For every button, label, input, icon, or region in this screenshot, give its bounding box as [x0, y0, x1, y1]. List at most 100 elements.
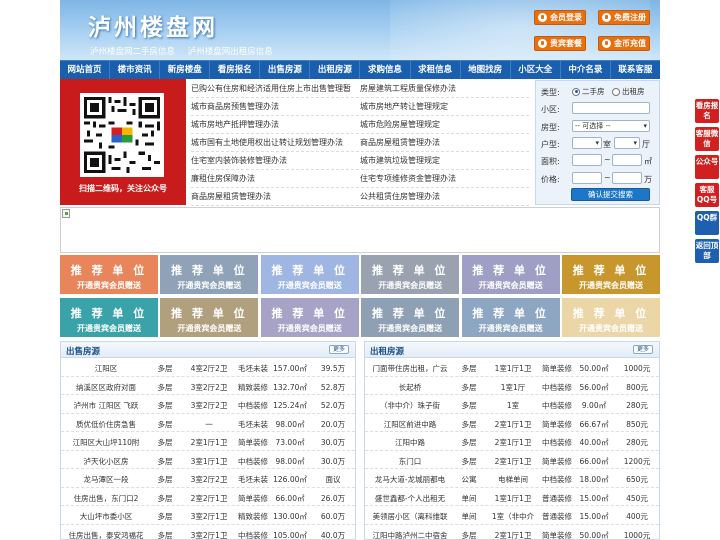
cell-location[interactable]: 龙马潭区一段 [63, 474, 149, 485]
nav-communities[interactable]: 小区大全 [511, 61, 561, 79]
cell-location[interactable]: 门面带住房出租，广云 [367, 363, 453, 374]
recommended-unit-tile[interactable]: 推 荐 单 位开通贵宾会员赠送 [60, 255, 158, 294]
recommended-unit-tile[interactable]: 推 荐 单 位开通贵宾会员赠送 [260, 298, 359, 337]
table-row[interactable]: 江阳区 多层 4室2厅2卫 毛坯未装 157.00㎡ 39.5万 [61, 358, 355, 377]
free-register-button[interactable]: 免费注册 [598, 10, 650, 25]
nav-for-rent[interactable]: 出租房源 [310, 61, 361, 79]
table-row[interactable]: 大山坪市委小区 多层 3室2厅1卫 精致装修 130.00㎡ 60.0万 [61, 506, 355, 525]
cell-location[interactable]: 江阳中路 [367, 437, 453, 448]
nav-news[interactable]: 楼市资讯 [110, 61, 161, 79]
table-row[interactable]: 美领居小区（离科维联 单间 1室（非中介 普通装修 15.00㎡ 400元 [365, 506, 659, 525]
table-row[interactable]: 江阳区前进中路 多层 2室1厅1卫 简单装修 66.67㎡ 850元 [365, 414, 659, 432]
coin-recharge-button[interactable]: 金币充值 [598, 36, 650, 51]
nav-for-sale[interactable]: 出售房源 [260, 61, 311, 79]
nav-contact-service[interactable]: 联系客服 [611, 61, 660, 79]
price-min-input[interactable] [572, 172, 602, 184]
table-row[interactable]: 泸州市 江阳区 飞跃 多层 3室2厅2卫 中档装修 125.24㎡ 52.0万 [61, 395, 355, 414]
policy-link[interactable]: 城市商品房预售管理办法 [191, 98, 360, 115]
recommended-unit-tile[interactable]: 推 荐 单 位开通贵宾会员赠送 [361, 255, 460, 294]
subtitle-rental[interactable]: 泸州楼盘网出租房信息 [188, 47, 273, 57]
cell-location[interactable]: 住房出售，东门口2 [63, 493, 149, 504]
recommended-unit-tile[interactable]: 推 荐 单 位开通贵宾会员赠送 [361, 298, 460, 337]
side-back-to-top-button[interactable]: 返回顶部 [695, 239, 719, 263]
table-row[interactable]: 泸天化小区房 多层 3室1厅1卫 中档装修 98.00㎡ 30.0万 [61, 451, 355, 469]
table-row[interactable]: 盛世鑫都-个人出租无 单间 1室1厅1卫 普通装修 15.00㎡ 450元 [365, 488, 659, 506]
area-max-input[interactable] [612, 154, 642, 166]
policy-link[interactable]: 城市国有土地使用权出让转让规划管理办法 [191, 134, 360, 151]
side-viewing-signup-button[interactable]: 看房报名 [695, 99, 719, 123]
nav-viewing-signup[interactable]: 看房报名 [210, 61, 261, 79]
cell-location[interactable]: 东门口 [367, 456, 453, 467]
area-min-input[interactable] [572, 154, 602, 166]
policy-link[interactable]: 商品房屋租赁管理办法 [191, 188, 360, 205]
vip-package-button[interactable]: 贵宾套餐 [534, 36, 586, 51]
table-row[interactable]: （非中介）珠子街 多层 1室 中档装修 9.00㎡ 280元 [365, 395, 659, 414]
room-count-select[interactable]: ▾ [572, 137, 602, 149]
banner-ad[interactable] [60, 207, 660, 253]
type-radio-secondhand[interactable]: 二手房 [572, 86, 605, 97]
nav-agents[interactable]: 中介名录 [561, 61, 611, 79]
policy-link[interactable]: 商品房屋租赁管理办法 [360, 134, 529, 151]
table-row[interactable]: 纳溪区区政府对面 多层 3室2厅2卫 精致装修 132.70㎡ 52.8万 [61, 377, 355, 395]
recommended-unit-tile[interactable]: 推 荐 单 位开通贵宾会员赠送 [160, 298, 259, 337]
side-qq-group-button[interactable]: QQ群 [695, 211, 719, 235]
side-qq-button[interactable]: 客服QQ号 [695, 183, 719, 207]
recommended-unit-tile[interactable]: 推 荐 单 位开通贵宾会员赠送 [562, 298, 660, 337]
nav-new-homes[interactable]: 新房楼盘 [160, 61, 211, 79]
policy-link[interactable]: 已购公有住房和经济适用住房上市出售管理暂 [191, 80, 360, 97]
side-wechat-button[interactable]: 客服微信 [695, 127, 719, 151]
price-max-input[interactable] [612, 172, 642, 184]
cell-location[interactable]: 泸天化小区房 [63, 456, 149, 467]
cell-location[interactable]: 江阳区 [63, 363, 149, 374]
policy-link[interactable]: 住宅室内装饰装修管理办法 [191, 152, 360, 169]
policy-link[interactable]: 公共租赁住房管理办法 [360, 188, 529, 205]
cell-location[interactable]: 江阳中路泸州二中宿舍 [367, 530, 453, 540]
policy-link[interactable]: 城市建筑垃圾管理规定 [360, 152, 529, 169]
policy-link[interactable]: 廉租住房保障办法 [191, 170, 360, 187]
table-row[interactable]: 江阳区大山坪110附 多层 2室1厅1卫 简单装修 73.00㎡ 30.0万 [61, 432, 355, 451]
subtitle-secondhand[interactable]: 泸州楼盘网二手房信息 [90, 47, 175, 57]
cell-location[interactable]: 泸州市 江阳区 飞跃 [63, 400, 149, 411]
table-row[interactable]: 江阳中路 多层 2室1厅1卫 中档装修 40.00㎡ 280元 [365, 432, 659, 451]
side-official-account-button[interactable]: 公众号 [695, 155, 719, 179]
cell-location[interactable]: 质优低价住房急售 [63, 419, 149, 430]
cell-location[interactable]: 美领居小区（离科维联 [367, 511, 453, 522]
table-row[interactable]: 长起桥 多层 1室1厅 中档装修 56.00㎡ 800元 [365, 377, 659, 395]
nav-home[interactable]: 网站首页 [60, 61, 111, 79]
cell-location[interactable]: 纳溪区区政府对面 [63, 382, 149, 393]
type-radio-rental[interactable]: 出租房 [612, 86, 645, 97]
cell-location[interactable]: 龙马大道-龙城丽都电 [367, 474, 453, 485]
recommended-unit-tile[interactable]: 推 荐 单 位开通贵宾会员赠送 [260, 255, 359, 294]
community-input[interactable] [572, 102, 650, 114]
cell-location[interactable]: 大山坪市委小区 [63, 511, 149, 522]
table-row[interactable]: 住房出售，东门口2 多层 2室2厅1卫 简单装修 66.00㎡ 26.0万 [61, 488, 355, 506]
search-submit-button[interactable]: 确认提交搜索 [571, 188, 650, 201]
nav-want-to-buy[interactable]: 求购信息 [360, 61, 411, 79]
cell-location[interactable]: 江阳区大山坪110附 [63, 437, 149, 448]
cell-location[interactable]: 长起桥 [367, 382, 453, 393]
recommended-unit-tile[interactable]: 推 荐 单 位开通贵宾会员赠送 [160, 255, 259, 294]
table-row[interactable]: 住房出售，泰安鸿福花 多层 3室2厅1卫 中档装修 105.00㎡ 40.0万 [61, 525, 355, 540]
member-login-button[interactable]: 会员登录 [534, 10, 586, 25]
more-button[interactable]: 更多 [329, 345, 349, 354]
policy-link[interactable]: 住宅专项维修资金管理办法 [360, 170, 529, 187]
more-button[interactable]: 更多 [633, 345, 653, 354]
hall-count-select[interactable]: ▾ [614, 137, 640, 149]
house-type-select[interactable]: -- 可选择 -- ▾ [572, 120, 650, 132]
table-row[interactable]: 质优低价住房急售 多层一毛坯未装 98.00㎡ 20.0万 [61, 414, 355, 432]
cell-location[interactable]: 盛世鑫都-个人出租无 [367, 493, 453, 504]
nav-want-to-rent[interactable]: 求租信息 [411, 61, 461, 79]
policy-link[interactable]: 城市房地产抵押管理办法 [191, 116, 360, 133]
table-row[interactable]: 龙马潭区一段 多层 3室2厅2卫 毛坯未装 126.00㎡ 面议 [61, 469, 355, 488]
table-row[interactable]: 东门口 多层 2室1厅1卫 简单装修 66.00㎡ 1200元 [365, 451, 659, 469]
cell-location[interactable]: （非中介）珠子街 [367, 400, 453, 411]
recommended-unit-tile[interactable]: 推 荐 单 位开通贵宾会员赠送 [60, 298, 158, 337]
cell-location[interactable]: 江阳区前进中路 [367, 419, 453, 430]
table-row[interactable]: 门面带住房出租，广云 多层 1室1厅1卫 简单装修 50.00㎡ 1000元 [365, 358, 659, 377]
table-row[interactable]: 龙马大道-龙城丽都电 公寓 电梯单间 中档装修 18.00㎡ 650元 [365, 469, 659, 488]
policy-link[interactable]: 城市危险房屋管理规定 [360, 116, 529, 133]
policy-link[interactable]: 房屋建筑工程质量保修办法 [360, 80, 529, 97]
cell-location[interactable]: 住房出售，泰安鸿福花 [63, 530, 149, 540]
recommended-unit-tile[interactable]: 推 荐 单 位开通贵宾会员赠送 [562, 255, 660, 294]
table-row[interactable]: 江阳中路泸州二中宿舍 多层 2室1厅1卫 简单装修 50.00㎡ 1000元 [365, 525, 659, 540]
